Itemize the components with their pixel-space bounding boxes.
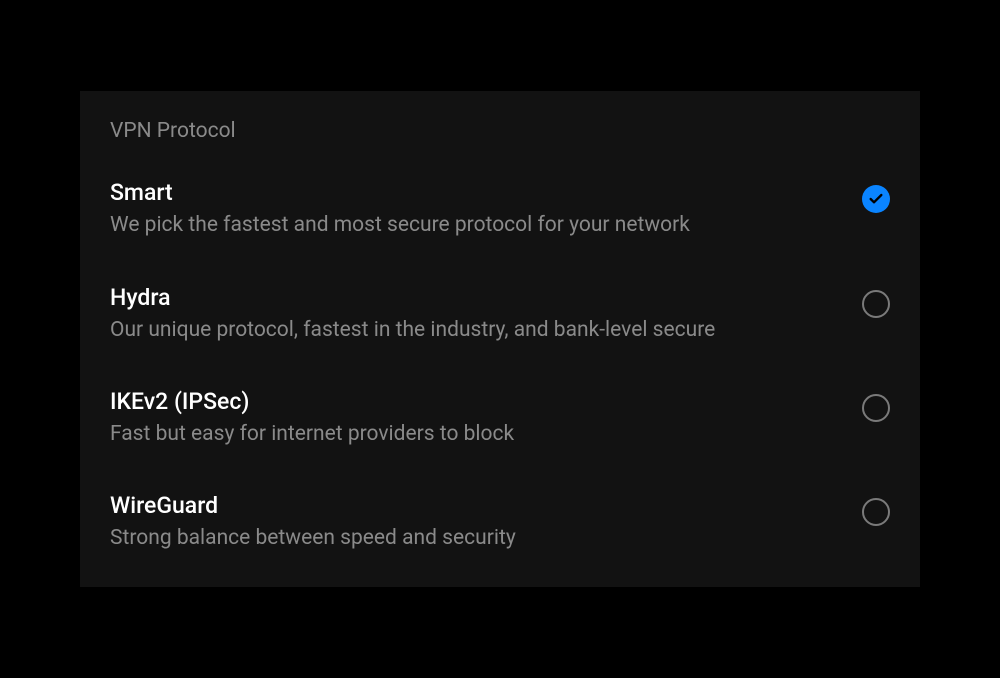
circle-icon — [862, 498, 890, 526]
option-description: Our unique protocol, fastest in the indu… — [110, 317, 842, 344]
option-title: Hydra — [110, 284, 842, 311]
option-title: WireGuard — [110, 492, 842, 519]
option-description: Strong balance between speed and securit… — [110, 525, 842, 552]
option-text: Hydra Our unique protocol, fastest in th… — [110, 284, 862, 344]
checkmark-icon — [862, 185, 890, 213]
option-title: Smart — [110, 179, 842, 206]
option-text: IKEv2 (IPSec) Fast but easy for internet… — [110, 388, 862, 448]
protocol-option-wireguard[interactable]: WireGuard Strong balance between speed a… — [110, 492, 890, 552]
section-header: VPN Protocol — [110, 119, 890, 143]
protocol-option-hydra[interactable]: Hydra Our unique protocol, fastest in th… — [110, 284, 890, 344]
vpn-protocol-panel: VPN Protocol Smart We pick the fastest a… — [80, 91, 920, 586]
radio-unselected-indicator[interactable] — [862, 498, 890, 526]
radio-selected-indicator[interactable] — [862, 185, 890, 213]
circle-icon — [862, 290, 890, 318]
radio-unselected-indicator[interactable] — [862, 394, 890, 422]
radio-unselected-indicator[interactable] — [862, 290, 890, 318]
protocol-option-smart[interactable]: Smart We pick the fastest and most secur… — [110, 179, 890, 239]
option-text: WireGuard Strong balance between speed a… — [110, 492, 862, 552]
circle-icon — [862, 394, 890, 422]
option-text: Smart We pick the fastest and most secur… — [110, 179, 862, 239]
option-description: Fast but easy for internet providers to … — [110, 421, 842, 448]
option-description: We pick the fastest and most secure prot… — [110, 212, 842, 239]
option-title: IKEv2 (IPSec) — [110, 388, 842, 415]
protocol-option-ikev2[interactable]: IKEv2 (IPSec) Fast but easy for internet… — [110, 388, 890, 448]
